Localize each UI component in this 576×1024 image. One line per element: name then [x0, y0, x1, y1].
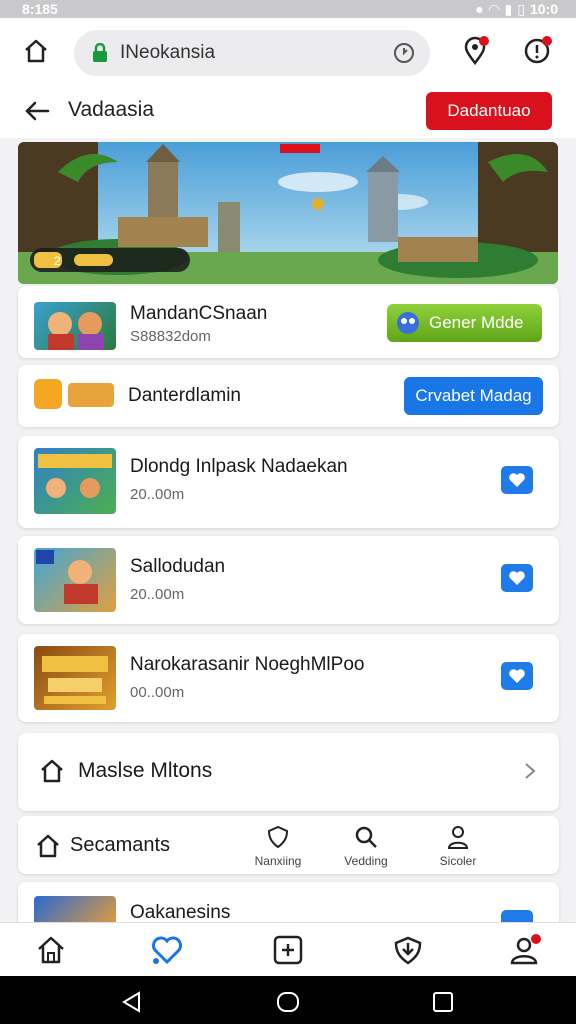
list-item-title: Narokarasanir NoeghMlPoo [130, 654, 365, 675]
tab-search[interactable]: Vedding [326, 824, 406, 868]
chevron-right-icon [525, 763, 536, 779]
nav-downloads[interactable] [391, 933, 425, 967]
tab-profile[interactable]: Sicoler [418, 824, 498, 868]
list-item-art [36, 550, 98, 604]
battery-icon: ▯ [517, 0, 525, 17]
browser-home-button[interactable] [22, 37, 50, 65]
shield-icon [267, 825, 289, 849]
circle-home-icon [277, 992, 299, 1012]
list-item-thumbnail [34, 448, 116, 514]
favorite-button[interactable] [501, 564, 533, 592]
hero-illustration: 2 [18, 142, 558, 284]
tab-row-label: Secamants [70, 834, 171, 856]
featured-card[interactable]: MandanCSnaan S88832dom Gener Mdde [18, 286, 559, 358]
hero-progress-fill [74, 254, 113, 266]
promo-logo [68, 383, 114, 407]
status-icons: ● ◠ ▮ ▯ 10:0 [475, 1, 558, 18]
person-icon [447, 826, 469, 849]
nav-home[interactable] [34, 933, 68, 967]
heart-icon [509, 669, 525, 683]
featured-thumbnail [34, 302, 116, 350]
alerts-button[interactable] [522, 36, 552, 66]
heart-icon [152, 936, 182, 965]
url-bar[interactable]: INeokansia [74, 30, 430, 76]
tab-label: Sicoler [439, 854, 477, 868]
more-row-label: Maslse Mltons [78, 759, 213, 782]
system-back-button[interactable] [120, 990, 144, 1014]
tab-ranking[interactable]: Nanxiing [238, 824, 318, 868]
person-icon [510, 934, 541, 965]
list-item-art [42, 656, 108, 704]
promo-title: Danterdlamin [128, 385, 241, 406]
location-button[interactable] [460, 36, 490, 66]
browser-bar: INeokansia [0, 18, 576, 88]
nav-add[interactable] [271, 933, 305, 967]
page-title: Vadaasia [68, 98, 155, 121]
url-text: INeokansia [120, 42, 216, 63]
list-item-subtitle: 20..00m [130, 586, 185, 603]
favorite-button[interactable] [501, 662, 533, 690]
bottom-nav [0, 922, 576, 976]
back-button[interactable] [22, 96, 52, 126]
add-icon [273, 935, 303, 965]
home-icon [37, 834, 59, 858]
reload-icon[interactable] [392, 41, 416, 65]
list-item-thumbnail [34, 646, 116, 710]
list-item-thumbnail [34, 548, 116, 612]
featured-subtitle: S88832dom [130, 328, 211, 345]
download-shield-icon [394, 936, 422, 965]
signal-icon: ▮ [504, 0, 513, 17]
favorite-button[interactable] [501, 466, 533, 494]
alert-icon [524, 36, 552, 64]
home-icon [25, 39, 47, 63]
list-item[interactable]: Narokarasanir NoeghMlPoo 00..00m [18, 634, 559, 722]
featured-thumbnail-art [48, 312, 104, 350]
mascot-icon [397, 312, 419, 334]
featured-action-button[interactable]: Gener Mdde [387, 304, 542, 342]
header-action-button[interactable]: Dadantuao [426, 92, 552, 130]
list-item-title: Sallodudan [130, 556, 226, 577]
hero-badge-text: 2 [54, 254, 61, 268]
promo-app-icon [34, 379, 62, 409]
tab-label: Nanxiing [254, 854, 302, 868]
notification-icon: ● [475, 1, 484, 17]
status-time: 8:185 [22, 1, 58, 17]
status-clock: 10:0 [529, 1, 558, 17]
heart-icon [509, 473, 525, 487]
promo-action-button[interactable]: Crvabet Madag [404, 377, 543, 415]
home-icon [38, 936, 64, 964]
list-item[interactable]: Sallodudan 20..00m [18, 536, 559, 624]
home-icon [41, 759, 63, 783]
featured-title: MandanCSnaan [130, 303, 268, 324]
nav-account[interactable] [507, 933, 541, 967]
tab-label: Vedding [344, 854, 388, 868]
back-arrow-icon [25, 101, 50, 121]
hero-banner[interactable]: 2 [18, 142, 558, 284]
triangle-back-icon [122, 991, 140, 1013]
lock-icon [93, 43, 107, 62]
page-header: Vadaasia Dadantuao [0, 88, 576, 138]
list-item-title: Dlondg Inlpask Nadaekan [130, 456, 348, 477]
location-pin-icon [464, 36, 489, 66]
list-item-subtitle: 20..00m [130, 486, 185, 503]
more-row[interactable]: Maslse Mltons [18, 733, 559, 811]
wifi-icon: ◠ [488, 0, 500, 17]
list-item-art [38, 454, 112, 498]
system-nav [0, 976, 576, 1024]
list-item[interactable]: Dlondg Inlpask Nadaekan 20..00m [18, 436, 559, 528]
system-home-button[interactable] [276, 990, 300, 1014]
status-bar: 8:185 ● ◠ ▮ ▯ 10:0 [0, 0, 576, 18]
list-item-title: Oakanesins [130, 902, 231, 923]
heart-icon [509, 571, 525, 585]
nav-favorites[interactable] [150, 933, 184, 967]
promo-card[interactable]: Danterdlamin Crvabet Madag [18, 365, 559, 427]
square-recents-icon [433, 992, 453, 1012]
search-icon [355, 826, 377, 848]
system-recents-button[interactable] [431, 990, 455, 1014]
featured-action-label: Gener Mdde [429, 313, 524, 332]
tab-row: Secamants Nanxiing Vedding Sicoler [18, 816, 559, 874]
list-item-subtitle: 00..00m [130, 684, 185, 701]
